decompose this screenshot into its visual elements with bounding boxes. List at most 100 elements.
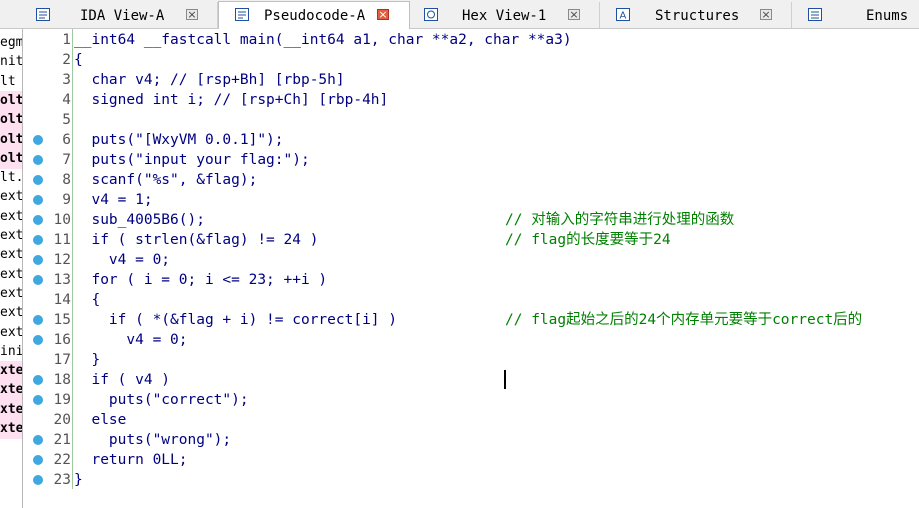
code-line[interactable]: 7 puts("input your flag:"); (23, 150, 919, 170)
tab-label: Pseudocode-A (264, 8, 366, 24)
code-line[interactable]: 4 signed int i; // [rsp+Ch] [rbp-4h] (23, 90, 919, 110)
segment-row[interactable]: xter (0, 380, 22, 401)
code-line[interactable]: 9 v4 = 1; (23, 190, 919, 210)
code-line[interactable]: 1 __int64 __fastcall main(__int64 a1, cha… (23, 30, 919, 50)
line-number: 19 (53, 392, 71, 408)
breakpoint-dot-icon[interactable] (33, 195, 43, 205)
line-number: 9 (62, 192, 71, 208)
segment-row[interactable]: olt (0, 90, 22, 111)
pseudocode-editor[interactable]: 1 __int64 __fastcall main(__int64 a1, cha… (23, 29, 919, 508)
segment-row[interactable]: ini (0, 342, 22, 362)
code-text: __int64 __fastcall main(__int64 a1, char… (74, 32, 572, 48)
breakpoint-dot-icon[interactable] (33, 475, 43, 485)
segment-row[interactable]: ext (0, 265, 22, 285)
breakpoint-dot-icon[interactable] (33, 235, 43, 245)
line-number: 12 (53, 252, 71, 268)
segment-row[interactable]: egm (0, 33, 22, 53)
code-line[interactable]: 2{ (23, 50, 919, 70)
code-text: puts("correct"); (74, 392, 249, 408)
line-number: 22 (53, 452, 71, 468)
code-line[interactable]: 11 if ( strlen(&flag) != 24 ) // flag的长度要… (23, 230, 919, 250)
code-line[interactable]: 13 for ( i = 0; i <= 23; ++i ) (23, 270, 919, 290)
tab-structures[interactable]: A Structures × (600, 2, 792, 29)
line-number: 17 (53, 352, 71, 368)
code-line[interactable]: 8 scanf("%s", &flag); (23, 170, 919, 190)
segment-row[interactable]: ext (0, 226, 22, 246)
close-icon[interactable]: × (760, 9, 772, 20)
code-line[interactable]: 23} (23, 470, 919, 490)
breakpoint-dot-icon[interactable] (33, 175, 43, 185)
line-number: 21 (53, 432, 71, 448)
code-line[interactable]: 5 (23, 110, 919, 130)
code-text: v4 = 0; (74, 332, 188, 348)
code-line[interactable]: 3 char v4; // [rsp+Bh] [rbp-5h] (23, 70, 919, 90)
segment-row[interactable]: olt (0, 129, 22, 150)
segment-row[interactable]: olt (0, 148, 22, 169)
segment-row[interactable]: ext (0, 303, 22, 323)
segment-row[interactable]: ext (0, 323, 22, 343)
breakpoint-dot-icon[interactable] (33, 435, 43, 445)
segment-row[interactable]: ext (0, 207, 22, 227)
line-number: 2 (62, 52, 71, 68)
segment-list-panel[interactable]: egm nit lt olt olt olt olt lt. ext ext ext ext ext ex… (0, 29, 23, 508)
code-line[interactable]: 22 return 0LL; (23, 450, 919, 470)
code-text: puts("[WxyVM 0.0.1]"); (74, 132, 284, 148)
code-line[interactable]: 19 puts("correct"); (23, 390, 919, 410)
close-icon[interactable]: × (568, 9, 580, 20)
code-line[interactable]: 6 puts("[WxyVM 0.0.1]"); (23, 130, 919, 150)
code-text: v4 = 0; (74, 252, 171, 268)
ida-view-icon (36, 8, 50, 21)
breakpoint-dot-icon[interactable] (33, 335, 43, 345)
segment-row[interactable]: xter (0, 419, 22, 439)
tab-bar: IDA View-A × Pseudocode-A × Hex View-1 ×… (0, 0, 919, 30)
code-line[interactable]: 16 v4 = 0; (23, 330, 919, 350)
code-line[interactable]: 10 sub_4005B6(); // 对输入的字符串进行处理的函数 (23, 210, 919, 230)
segment-row[interactable]: ext (0, 284, 22, 304)
segment-row[interactable]: lt (0, 72, 22, 92)
tab-ida-view-a[interactable]: IDA View-A × (22, 2, 218, 29)
code-text: char v4; // [rsp+Bh] [rbp-5h] (74, 72, 345, 88)
segment-row[interactable]: olt (0, 110, 22, 131)
close-icon[interactable]: × (186, 9, 198, 20)
code-text: puts("wrong"); (74, 432, 232, 448)
code-line[interactable]: 17 } (23, 350, 919, 370)
code-line[interactable]: 15 if ( *(&flag + i) != correct[i] ) // f… (23, 310, 919, 330)
breakpoint-dot-icon[interactable] (33, 135, 43, 145)
segment-row[interactable]: xter (0, 361, 22, 382)
line-number: 14 (53, 292, 71, 308)
breakpoint-dot-icon[interactable] (33, 155, 43, 165)
tab-pseudocode-a[interactable]: Pseudocode-A × (218, 1, 410, 30)
breakpoint-dot-icon[interactable] (33, 395, 43, 405)
segment-row[interactable]: ext (0, 187, 22, 207)
code-text: } (74, 472, 83, 488)
line-number: 16 (53, 332, 71, 348)
segment-row[interactable]: nit (0, 52, 22, 72)
code-line[interactable]: 20 else (23, 410, 919, 430)
segment-row[interactable]: lt. (0, 168, 22, 188)
code-line[interactable]: 18 if ( v4 ) (23, 370, 919, 390)
code-line[interactable]: 21 puts("wrong"); (23, 430, 919, 450)
line-number: 18 (53, 372, 71, 388)
code-line[interactable]: 14 { (23, 290, 919, 310)
breakpoint-dot-icon[interactable] (33, 255, 43, 265)
code-text: if ( v4 ) (74, 372, 171, 388)
tab-hex-view-1[interactable]: Hex View-1 × (410, 2, 600, 29)
breakpoint-dot-icon[interactable] (33, 375, 43, 385)
line-number: 7 (62, 152, 71, 168)
line-number: 3 (62, 72, 71, 88)
tab-enums[interactable]: Enums (792, 2, 919, 29)
breakpoint-dot-icon[interactable] (33, 275, 43, 285)
breakpoint-dot-icon[interactable] (33, 315, 43, 325)
svg-text:A: A (620, 11, 627, 22)
segment-row[interactable]: ext (0, 245, 22, 265)
code-text: if ( *(&flag + i) != correct[i] ) (74, 312, 398, 328)
breakpoint-dot-icon[interactable] (33, 455, 43, 465)
code-line[interactable]: 12 v4 = 0; (23, 250, 919, 270)
breakpoint-dot-icon[interactable] (33, 215, 43, 225)
code-text: for ( i = 0; i <= 23; ++i ) (74, 272, 328, 288)
code-text: } (74, 352, 101, 368)
close-icon[interactable]: × (377, 9, 389, 20)
segment-row[interactable]: xter (0, 399, 22, 420)
tab-label: Hex View-1 (462, 8, 547, 24)
code-text: sub_4005B6(); (74, 212, 205, 228)
